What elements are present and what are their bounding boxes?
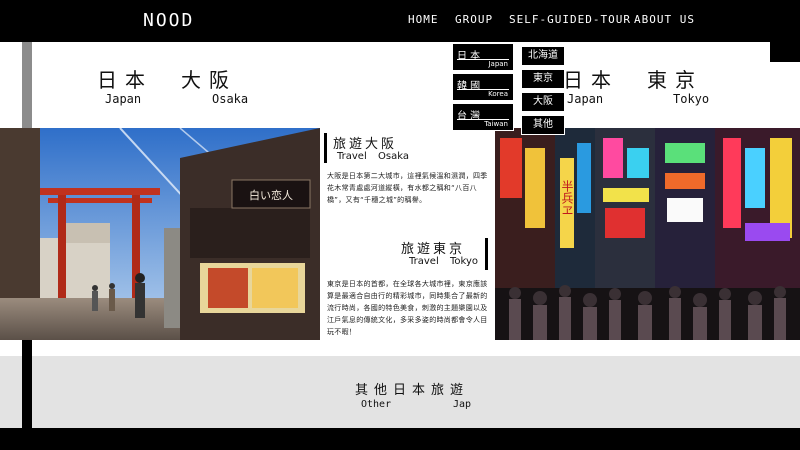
osaka-section-city: Osaka xyxy=(378,151,409,162)
osaka-street-photo: 白い恋人 xyxy=(0,128,320,340)
tokyo-section-city: Tokyo xyxy=(450,256,478,267)
dropdown-country-taiwan[interactable]: 台 灣 Taiwan xyxy=(452,103,514,131)
tokyo-description: 東京是日本的首都，在全球各大城市裡，東京應該算是最適合自由行的精彩城市，同時集合… xyxy=(327,280,488,336)
dropdown-country-korea[interactable]: 韓 國 Korea xyxy=(452,73,514,101)
right-edge-accent xyxy=(770,42,800,62)
tokyo-title-bar xyxy=(485,238,488,270)
other-japan-en-left: Other xyxy=(361,399,392,410)
dropdown-city-osaka[interactable]: 大阪 xyxy=(521,92,565,112)
osaka-title-bar xyxy=(324,133,327,163)
other-japan-en-right: Jap xyxy=(453,399,472,410)
dropdown-country-japan[interactable]: 日 本 Japan xyxy=(452,43,514,71)
left-gray-accent xyxy=(22,42,32,128)
country-korea-en: Korea xyxy=(488,90,508,98)
tokyo-sign: 半兵ヱ xyxy=(560,180,574,216)
country-japan-en: Japan xyxy=(488,60,508,68)
shop-sign: 白い恋人 xyxy=(249,188,293,202)
country-taiwan-en: Taiwan xyxy=(484,120,508,128)
osaka-section-travel: Travel xyxy=(337,151,367,162)
nav-self-guided-tour[interactable]: SELF-GUIDED-TOUR xyxy=(509,13,631,26)
hero-osaka-city: Osaka xyxy=(212,92,249,106)
osaka-photo-art: 白い恋人 xyxy=(0,128,320,340)
tokyo-street-photo: 半兵ヱ xyxy=(495,128,800,340)
nav-about-us[interactable]: ABOUT US xyxy=(634,13,695,26)
tokyo-section-travel: Travel xyxy=(409,256,439,267)
tokyo-section-title: 旅遊東京 xyxy=(401,242,466,257)
hero-osaka-title: 日本 大阪 xyxy=(97,68,237,92)
hero-osaka-country: Japan xyxy=(105,92,142,106)
nav-home[interactable]: HOME xyxy=(408,13,439,26)
nav-group[interactable]: GROUP xyxy=(455,13,493,26)
brand-logo[interactable]: NOOD xyxy=(143,10,194,31)
other-japan-title[interactable]: 其他日本旅遊 xyxy=(355,379,469,398)
osaka-description: 大阪是日本第二大城市，這裡氣候溫和濕潤，四季花木常青處處河道縱橫，有水都之稱和“… xyxy=(327,172,488,204)
hero-tokyo-country: Japan xyxy=(567,92,604,106)
dropdown-city-tokyo[interactable]: 東京 xyxy=(521,69,565,89)
left-black-accent xyxy=(22,340,32,428)
tokyo-photo-art: 半兵ヱ xyxy=(495,128,800,340)
bottom-bar xyxy=(0,428,800,450)
hero-tokyo-city: Tokyo xyxy=(673,92,710,106)
top-nav-bar: NOOD HOME GROUP SELF-GUIDED-TOUR ABOUT U… xyxy=(0,0,800,42)
dropdown-city-other[interactable]: 其他 xyxy=(521,115,565,135)
dropdown-city-hokkaido[interactable]: 北海道 xyxy=(521,46,565,66)
hero-tokyo-title: 日本 東京 xyxy=(563,68,703,92)
osaka-section-title: 旅遊大阪 xyxy=(333,137,398,152)
